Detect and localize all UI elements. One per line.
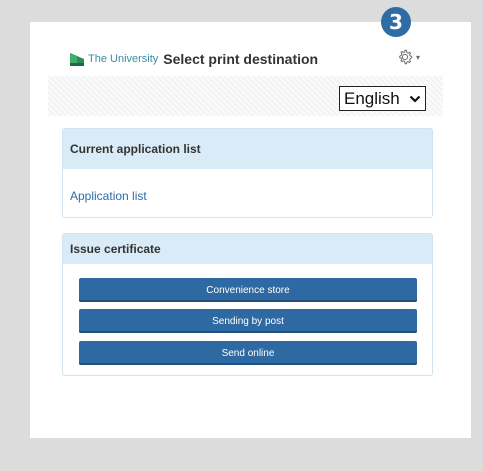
logo-text: The University <box>88 53 159 65</box>
send-online-button[interactable]: Send online <box>79 341 417 365</box>
page-header: The University Select print destination <box>36 42 446 76</box>
step-badge: 3 <box>381 7 411 37</box>
gear-icon <box>399 49 413 65</box>
sending-by-post-button[interactable]: Sending by post <box>79 309 417 333</box>
page-title: Select print destination <box>163 51 319 67</box>
issue-certificate-panel: Issue certificate Convenience store Send… <box>62 233 433 376</box>
language-select-value: English <box>344 88 400 108</box>
application-list-link[interactable]: Application list <box>70 189 147 203</box>
panel-heading: Issue certificate <box>63 234 432 264</box>
language-select[interactable]: English <box>339 86 426 111</box>
chevron-down-icon <box>409 95 421 103</box>
chevron-down-icon: ▾ <box>416 52 421 62</box>
university-logo-icon <box>70 53 84 66</box>
panel-heading: Current application list <box>63 129 432 169</box>
settings-menu[interactable]: ▾ <box>396 47 422 67</box>
current-application-panel: Current application list Application lis… <box>62 128 433 218</box>
convenience-store-button[interactable]: Convenience store <box>79 278 417 302</box>
